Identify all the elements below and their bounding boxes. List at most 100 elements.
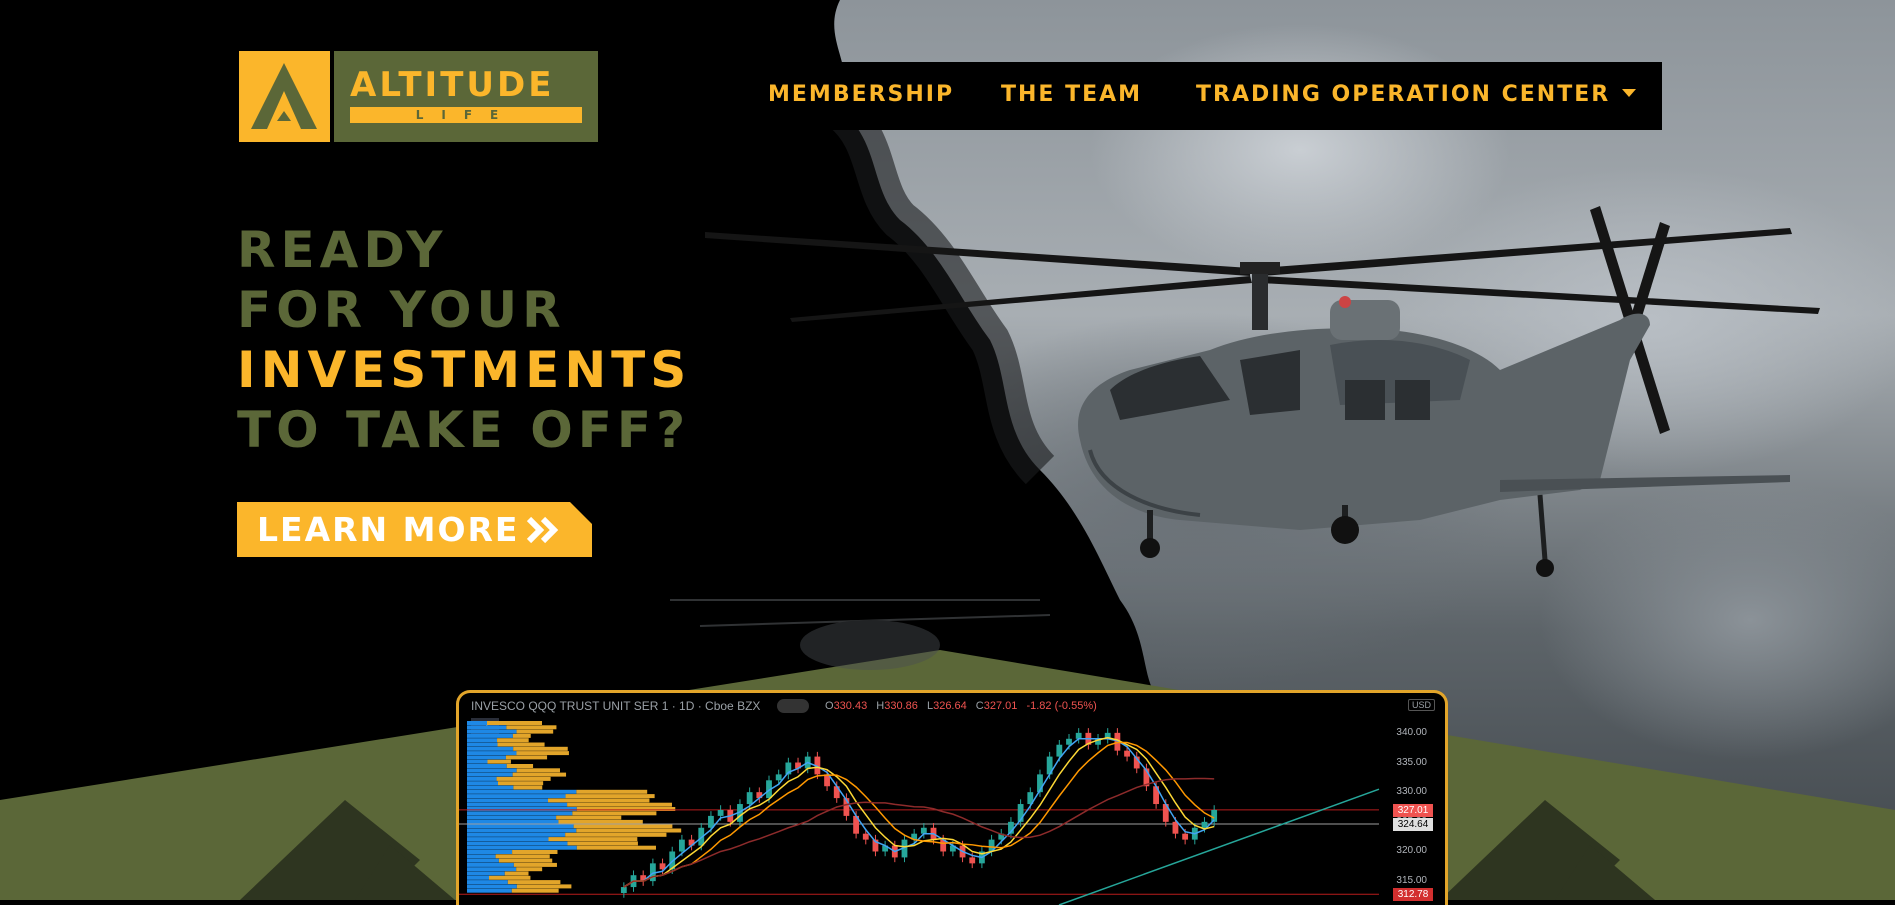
price-tag: 327.01 (1393, 803, 1433, 817)
trendline (1058, 788, 1380, 905)
volume-profile-bar (467, 721, 487, 725)
volume-profile-bar (467, 837, 549, 842)
volume-profile-bar (516, 768, 560, 773)
volume-profile-bar (467, 850, 513, 854)
volume-profile-bar (467, 746, 514, 751)
nav-item-membership[interactable]: MEMBERSHIP (768, 82, 954, 107)
volume-profile-bar (467, 819, 559, 824)
volume-profile-bar (572, 811, 657, 816)
nav-item-label: TRADING OPERATION CENTER (1196, 82, 1611, 107)
y-tick-label: 315.00 (1396, 875, 1427, 887)
volume-profile-bar (467, 759, 488, 764)
main-nav: MEMBERSHIP THE TEAM TRADING OPERATION CE… (741, 62, 1662, 130)
caret-down-icon (1622, 89, 1637, 97)
volume-profile-bar (467, 781, 498, 786)
volume-profile-bar (467, 871, 505, 876)
volume-profile-bar (467, 789, 577, 794)
volume-profile-bar (467, 854, 496, 859)
nav-item-the-team[interactable]: THE TEAM (1001, 82, 1142, 107)
price-tag: 324.64 (1393, 817, 1433, 831)
candle (1075, 732, 1082, 739)
volume-profile-bar (467, 867, 517, 872)
volume-profile-bar (497, 781, 544, 786)
candle (620, 887, 627, 893)
volume-profile-bar (467, 802, 568, 807)
volume-profile-bar (556, 815, 622, 820)
altitude-life-logo[interactable]: ALTITUDE LIFE (239, 51, 598, 142)
y-tick-label: 320.00 (1396, 845, 1427, 857)
candle (679, 839, 685, 852)
volume-profile-bar (567, 802, 672, 807)
volume-profile-bar (495, 854, 550, 859)
volume-profile-bar (506, 764, 534, 768)
volume-profile-bar (467, 828, 577, 833)
volume-profile-bar (467, 845, 577, 850)
distant-helicopter (670, 599, 1051, 670)
candle (1124, 750, 1130, 757)
volume-profile-bar (467, 798, 549, 803)
moving-average-mid (623, 736, 1215, 888)
volume-profile-bar (467, 738, 498, 743)
volume-profile-bar (513, 862, 557, 867)
headline-line-4: TO TAKE OFF? (237, 401, 691, 459)
volume-profile-bar (565, 832, 667, 837)
stock-chart-panel: INVESCO QQQ TRUST UNIT SER 1 · 1D · Cboe… (456, 690, 1448, 905)
volume-profile-bar (507, 880, 561, 885)
volume-profile-bar (487, 721, 542, 725)
candle (862, 833, 869, 840)
nav-item-trading-operation-center[interactable]: TRADING OPERATION CENTER (1196, 82, 1637, 107)
candle (1066, 738, 1072, 745)
volume-profile-bar (467, 751, 517, 756)
candle (969, 857, 976, 864)
volume-profile-bar (467, 884, 517, 889)
volume-profile-bar (516, 729, 554, 734)
volume-profile-bar (558, 819, 643, 824)
logo-wordmark: ALTITUDE LIFE (334, 51, 598, 142)
volume-profile-bar (516, 751, 569, 756)
volume-profile-bar (489, 875, 531, 880)
volume-profile-bar (512, 850, 558, 854)
volume-profile-bar (467, 794, 566, 799)
volume-profile-bar (467, 729, 517, 734)
y-tick-label: 335.00 (1396, 756, 1427, 768)
volume-profile-bar (548, 837, 638, 842)
moving-average-fast (623, 738, 1215, 888)
headline-line-1: READY (237, 221, 448, 279)
logo-word: ALTITUDE (350, 65, 555, 105)
candle (1056, 744, 1063, 757)
volume-profile-bar (565, 794, 655, 799)
volume-profile-bar (512, 772, 567, 777)
candle (1172, 821, 1179, 834)
volume-profile-bar (497, 738, 529, 743)
volume-profile-bar (576, 789, 648, 794)
volume-profile-bar (513, 785, 543, 790)
double-chevron-right-icon (526, 516, 559, 544)
volume-profile-bar (467, 862, 514, 867)
volume-profile-bar (467, 785, 514, 790)
logo-sub: LIFE (350, 107, 582, 123)
candle (708, 815, 714, 828)
volume-profile-bar (506, 725, 557, 730)
volume-profile-bar (504, 871, 529, 876)
logo-mark-icon (239, 51, 330, 142)
volume-profile-bar (487, 759, 511, 764)
volume-profile-bar (467, 841, 568, 846)
candle (717, 809, 724, 816)
learn-more-label: LEARN MORE (257, 510, 520, 549)
volume-profile-bar (516, 884, 572, 889)
volume-profile-bar (467, 832, 566, 837)
volume-profile-bar (467, 815, 557, 820)
volume-profile-bar (467, 755, 506, 760)
learn-more-button[interactable]: LEARN MORE (237, 502, 592, 557)
volume-profile-bar (467, 811, 573, 816)
volume-profile-bar (467, 875, 490, 880)
volume-profile-bar (467, 764, 507, 768)
volume-profile-bar (467, 880, 508, 885)
hero-headline: READY FOR YOUR INVESTMENTS TO TAKE OFF? (237, 220, 691, 460)
volume-profile-bar (467, 772, 513, 777)
volume-profile-bar (505, 755, 548, 760)
chart-plot-area (459, 721, 1380, 905)
fuselage (1078, 296, 1790, 530)
candle (746, 792, 753, 805)
candle (1182, 833, 1189, 840)
